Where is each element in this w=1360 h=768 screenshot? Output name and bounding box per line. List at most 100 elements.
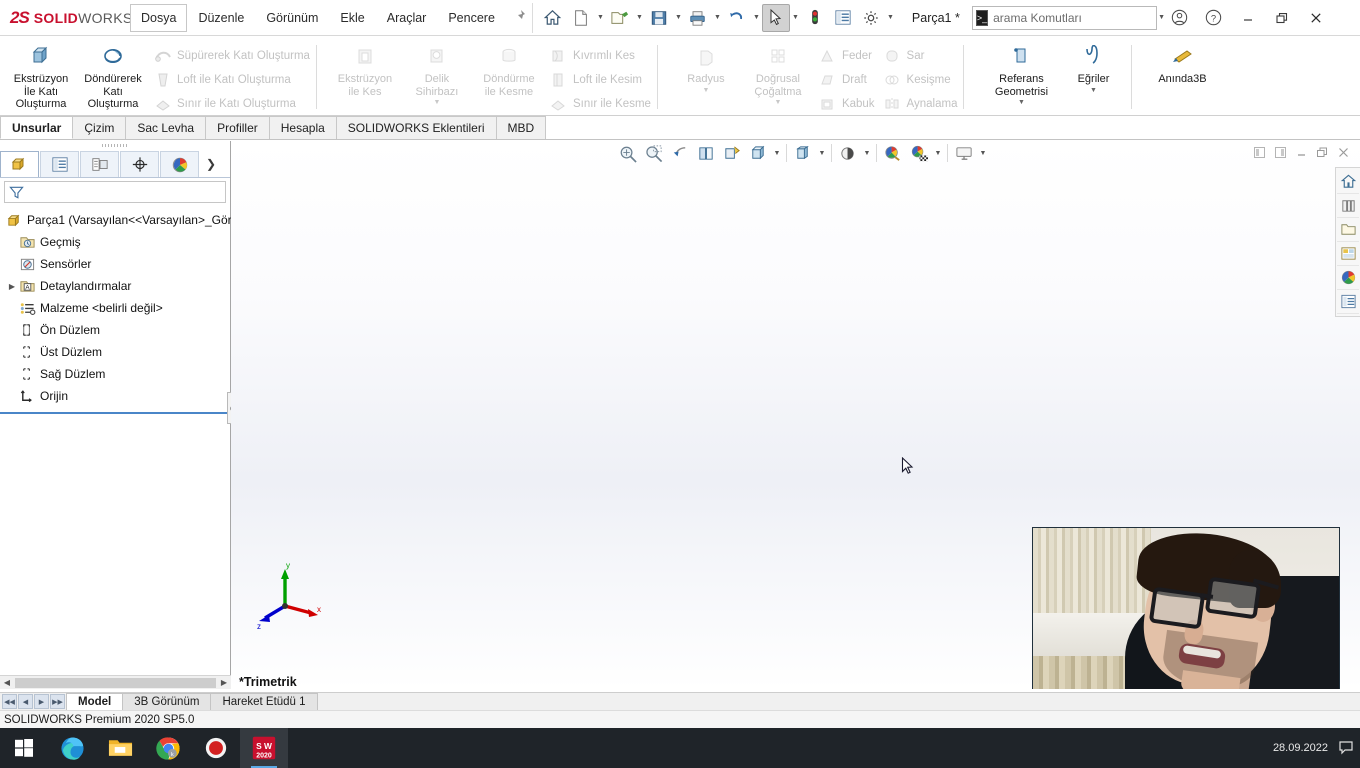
tree-horizontal-scrollbar[interactable]: ◀ ▶	[0, 675, 231, 689]
fillet-button[interactable]: Radyus ▼	[670, 39, 742, 94]
appearances-scenes-icon[interactable]	[1337, 266, 1359, 290]
microsoft-edge-icon[interactable]	[48, 728, 96, 768]
custom-properties-icon[interactable]	[1337, 290, 1359, 314]
linear-pattern-dropdown[interactable]: ▼	[774, 99, 781, 106]
tree-item-sensors[interactable]: Sensörler	[2, 253, 230, 275]
tab-hesapla[interactable]: Hesapla	[269, 116, 337, 139]
edit-appearance-icon[interactable]	[835, 141, 861, 166]
tab-unsurlar[interactable]: Unsurlar	[0, 116, 73, 139]
previous-view-icon[interactable]	[667, 141, 693, 166]
tree-item-annotations[interactable]: ▶ A Detaylandırmalar	[2, 275, 230, 297]
open-folder-dropdown[interactable]: ▼	[634, 4, 645, 32]
scroll-right-arrow[interactable]: ▶	[217, 676, 231, 689]
graphics-area[interactable]: ▼ ▼ ▼ ▼ ▼	[231, 141, 1360, 689]
scene-backdrop-dropdown[interactable]: ▼	[932, 141, 944, 166]
scroll-left-arrow[interactable]: ◀	[0, 676, 14, 689]
view-orientation-icon[interactable]	[719, 141, 745, 166]
restore-down-left-icon[interactable]	[1249, 141, 1270, 165]
tab-profiller[interactable]: Profiller	[205, 116, 270, 139]
tree-item-part[interactable]: Parça1 (Varsayılan<<Varsayılan>_Gör	[2, 209, 230, 231]
tab-last-button[interactable]: ▶▶	[50, 694, 65, 709]
close-document-icon[interactable]	[1333, 141, 1354, 165]
zoom-to-area-icon[interactable]	[641, 141, 667, 166]
home-icon[interactable]	[539, 4, 567, 32]
new-document-icon[interactable]	[567, 4, 595, 32]
open-folder-icon[interactable]	[606, 4, 634, 32]
menu-item-araclar[interactable]: Araçlar	[376, 4, 438, 32]
tree-item-top-plane[interactable]: Üst Düzlem	[2, 341, 230, 363]
tab-mbd[interactable]: MBD	[496, 116, 547, 139]
tab-next-button[interactable]: ▶	[34, 694, 49, 709]
tree-item-origin[interactable]: Orijin	[2, 385, 230, 407]
draft-button[interactable]: Draft	[814, 69, 879, 90]
view-settings-dropdown[interactable]: ▼	[977, 141, 989, 166]
shell-button[interactable]: Kabuk	[814, 93, 879, 114]
boundary-cut-button[interactable]: Sınır ile Kesme	[545, 93, 655, 114]
feature-manager-tab[interactable]	[0, 151, 39, 177]
apply-scene-icon[interactable]	[880, 141, 906, 166]
settings-dropdown[interactable]: ▼	[885, 4, 896, 32]
view-settings-icon[interactable]	[951, 141, 977, 166]
feature-filter-bar[interactable]	[4, 181, 226, 203]
hole-wizard-button[interactable]: DelikSihirbazı ▼	[401, 39, 473, 106]
design-library-icon[interactable]	[1337, 194, 1359, 218]
menu-item-gorunum[interactable]: Görünüm	[255, 4, 329, 32]
save-icon[interactable]	[645, 4, 673, 32]
swept-cut-button[interactable]: Kıvrımlı Kes	[545, 45, 655, 66]
print-icon[interactable]	[684, 4, 712, 32]
menu-item-duzenle[interactable]: Düzenle	[187, 4, 255, 32]
tab-sac-levha[interactable]: Sac Levha	[125, 116, 206, 139]
mirror-button[interactable]: Aynalama	[879, 93, 962, 114]
reference-geometry-button[interactable]: ReferansGeometrisi ▼	[985, 39, 1057, 106]
lofted-cut-button[interactable]: Loft ile Kesim	[545, 69, 655, 90]
print-dropdown[interactable]: ▼	[712, 4, 723, 32]
menu-item-dosya[interactable]: Dosya	[130, 4, 187, 32]
hide-show-items-icon[interactable]	[790, 141, 816, 166]
rebuild-traffic-light-icon[interactable]	[801, 4, 829, 32]
section-view-icon[interactable]	[693, 141, 719, 166]
bottom-tab-model[interactable]: Model	[66, 693, 123, 710]
tab-first-button[interactable]: ◀◀	[2, 694, 17, 709]
scene-backdrop-icon[interactable]	[906, 141, 932, 166]
restore-icon[interactable]	[1265, 3, 1299, 33]
bottom-tab-motion-study[interactable]: Hareket Etüdü 1	[210, 693, 317, 710]
menu-item-ekle[interactable]: Ekle	[329, 4, 375, 32]
sweep-boss-button[interactable]: Süpürerek Katı Oluşturma	[149, 45, 314, 66]
scroll-thumb[interactable]	[15, 678, 216, 688]
display-style-icon[interactable]	[745, 141, 771, 166]
file-explorer-icon[interactable]	[1337, 218, 1359, 242]
bottom-tab-3d-views[interactable]: 3B Görünüm	[122, 693, 211, 710]
start-windows-icon[interactable]	[0, 728, 48, 768]
curves-button[interactable]: Eğriler ▼	[1057, 39, 1129, 94]
boundary-boss-button[interactable]: Sınır ile Katı Oluşturma	[149, 93, 314, 114]
revolve-cut-button[interactable]: Döndürmeile Kesme	[473, 39, 545, 98]
account-circle-icon[interactable]	[1163, 3, 1197, 33]
more-tabs-button[interactable]: ❯	[200, 151, 222, 177]
minimize-document-icon[interactable]	[1291, 141, 1312, 165]
help-circle-icon[interactable]: ?	[1197, 3, 1231, 33]
tree-item-front-plane[interactable]: Ön Düzlem	[2, 319, 230, 341]
file-explorer-taskbar-icon[interactable]	[96, 728, 144, 768]
tree-expand-arrow-annotations[interactable]: ▶	[6, 282, 18, 291]
fillet-dropdown[interactable]: ▼	[702, 87, 709, 94]
wrap-button[interactable]: Sar	[879, 45, 962, 66]
tab-prev-button[interactable]: ◀	[18, 694, 33, 709]
hole-wizard-dropdown[interactable]: ▼	[433, 99, 440, 106]
intersect-button[interactable]: Kesişme	[879, 69, 962, 90]
instant3d-button[interactable]: Anında3B	[1144, 39, 1220, 86]
select-dropdown[interactable]: ▼	[790, 4, 801, 32]
new-document-dropdown[interactable]: ▼	[595, 4, 606, 32]
display-manager-tab[interactable]	[160, 151, 199, 177]
tab-cizim[interactable]: Çizim	[72, 116, 126, 139]
options-list-icon[interactable]	[829, 4, 857, 32]
search-commands-box[interactable]: >_ ▼	[972, 6, 1157, 30]
pushpin-icon[interactable]	[512, 9, 526, 26]
undo-icon[interactable]	[723, 4, 751, 32]
revolve-boss-button[interactable]: DöndürerekKatıOluşturma	[77, 39, 149, 111]
rib-button[interactable]: Feder	[814, 45, 879, 66]
extrude-boss-button[interactable]: Ekstrüzyonİle KatıOluşturma	[5, 39, 77, 111]
restore-document-icon[interactable]	[1312, 141, 1333, 165]
tree-item-history[interactable]: Geçmiş	[2, 231, 230, 253]
reference-geometry-dropdown[interactable]: ▼	[1018, 99, 1025, 106]
linear-pattern-button[interactable]: DoğrusalÇoğaltma ▼	[742, 39, 814, 106]
